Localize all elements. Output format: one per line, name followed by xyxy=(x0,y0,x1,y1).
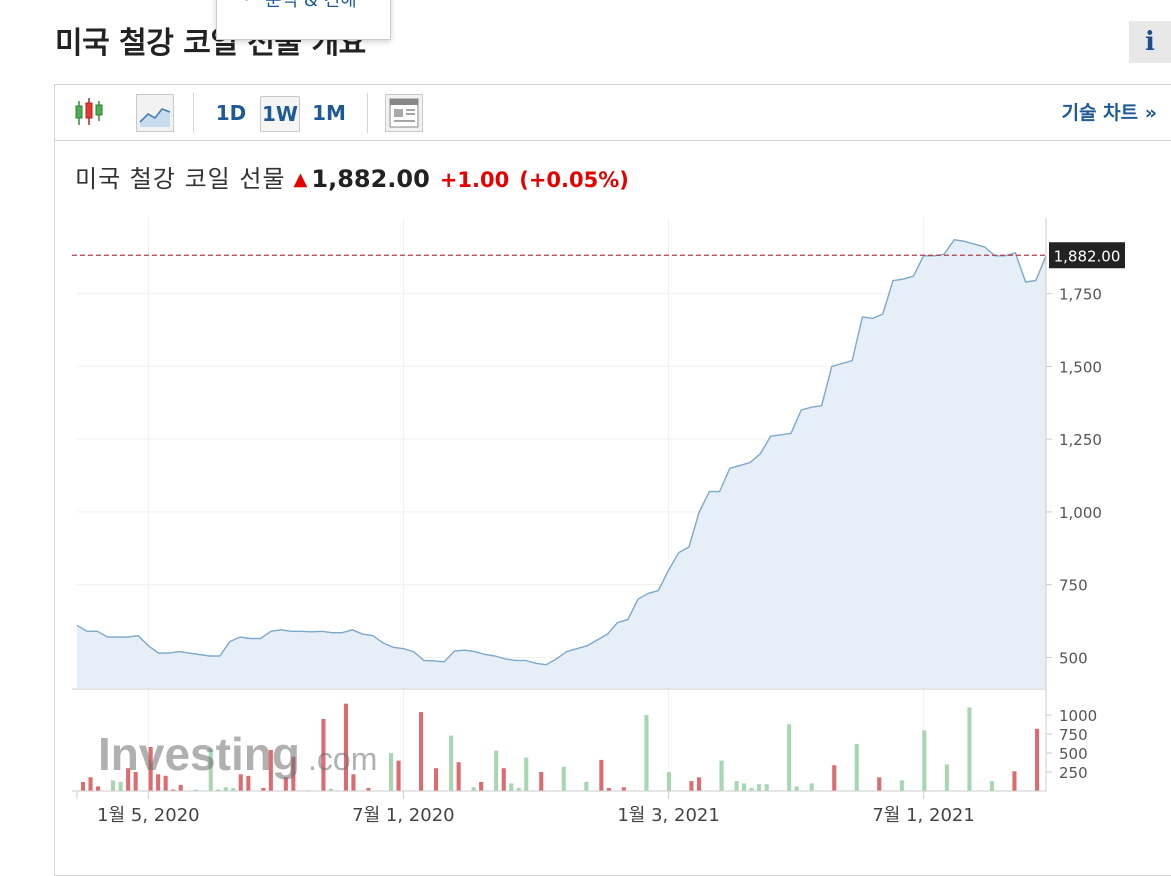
volume-bar xyxy=(599,759,604,791)
volume-bar xyxy=(644,715,649,791)
volume-bar xyxy=(734,781,739,791)
volume-bar xyxy=(697,777,702,791)
volume-bar xyxy=(479,781,484,791)
volume-bar xyxy=(719,760,724,791)
investing-logo-watermark: Investing xyxy=(98,728,300,780)
volume-bar xyxy=(854,743,859,791)
volume-tick-label: 500 xyxy=(1059,745,1088,763)
y-tick-label: 1,250 xyxy=(1059,431,1102,449)
volume-bar xyxy=(809,783,814,791)
current-price-label: 1,882.00 xyxy=(1054,247,1121,265)
volume-bar xyxy=(967,707,972,791)
x-tick-label: 7월 1, 2020 xyxy=(352,805,454,826)
volume-tick-label: 250 xyxy=(1059,764,1088,782)
y-tick-label: 500 xyxy=(1059,649,1088,667)
volume-bar xyxy=(509,783,514,791)
x-tick-label: 7월 1, 2021 xyxy=(872,805,974,826)
volume-bar xyxy=(877,777,882,791)
volume-bar xyxy=(666,772,671,791)
volume-bar xyxy=(434,768,439,791)
x-tick-label: 1월 5, 2020 xyxy=(97,805,199,826)
y-tick-label: 1,750 xyxy=(1059,286,1102,304)
volume-bar xyxy=(742,783,747,791)
volume-bar xyxy=(88,777,93,791)
volume-bar xyxy=(689,781,694,791)
investing-logo-watermark: .com xyxy=(308,741,377,777)
volume-bar xyxy=(832,765,837,791)
volume-bar xyxy=(794,786,799,791)
y-tick-label: 1,000 xyxy=(1059,504,1102,522)
y-tick-label: 750 xyxy=(1059,577,1088,595)
volume-bar xyxy=(944,764,949,791)
volume-bar xyxy=(787,724,792,791)
volume-bar xyxy=(1012,771,1017,791)
volume-bar xyxy=(899,780,904,791)
price-area-fill xyxy=(77,239,1046,689)
volume-bar xyxy=(524,757,529,791)
volume-bar xyxy=(81,781,86,791)
volume-bar xyxy=(449,735,454,791)
volume-bar xyxy=(471,787,476,791)
volume-bar xyxy=(561,766,566,791)
volume-bar xyxy=(922,730,927,791)
volume-tick-label: 1000 xyxy=(1059,707,1097,725)
volume-bar xyxy=(494,750,499,791)
volume-tick-label: 750 xyxy=(1059,726,1088,744)
volume-bar xyxy=(178,784,183,791)
volume-bar xyxy=(118,781,123,791)
volume-bar xyxy=(989,781,994,791)
volume-bar xyxy=(419,712,424,791)
volume-bar xyxy=(501,768,506,791)
volume-bar xyxy=(764,784,769,791)
volume-bar xyxy=(96,786,101,791)
volume-bar xyxy=(621,787,626,791)
volume-bar xyxy=(223,787,228,791)
volume-bar xyxy=(757,784,762,791)
x-tick-label: 1월 3, 2021 xyxy=(617,805,719,826)
volume-bar xyxy=(539,772,544,791)
volume-bar xyxy=(1035,728,1040,791)
price-chart[interactable]: Investing .com5007501,0001,2501,5001,7502… xyxy=(0,0,1171,862)
volume-bar xyxy=(584,781,589,791)
volume-bar xyxy=(456,762,461,791)
volume-bar xyxy=(111,780,116,791)
volume-bar xyxy=(396,760,401,791)
y-tick-label: 1,500 xyxy=(1059,358,1102,376)
volume-bar xyxy=(389,753,394,791)
